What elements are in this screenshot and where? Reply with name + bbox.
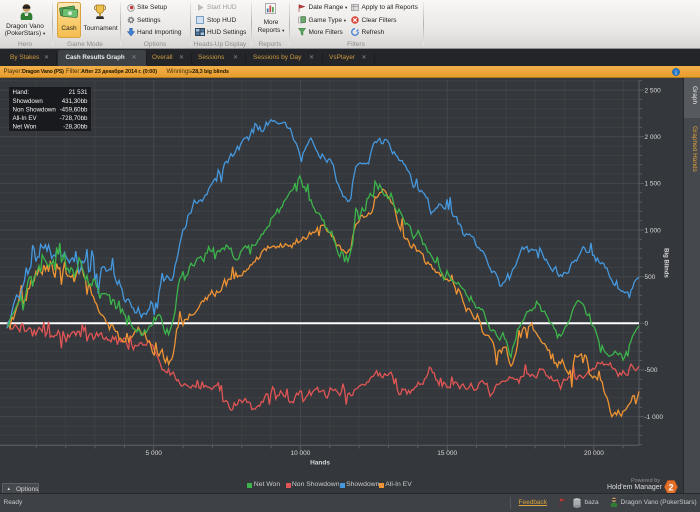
svg-text:Net Won: Net Won <box>13 124 38 131</box>
svg-text:2: 2 <box>668 482 673 492</box>
svg-text:500: 500 <box>645 274 656 281</box>
svg-text:21 531: 21 531 <box>69 89 88 96</box>
svg-text:Hands: Hands <box>310 459 330 466</box>
svg-text:All-In EV: All-In EV <box>13 115 38 122</box>
svg-text:1 500: 1 500 <box>645 181 662 188</box>
svg-text:20 000: 20 000 <box>584 450 604 457</box>
svg-text:5 000: 5 000 <box>146 450 163 457</box>
svg-text:-28,30bb: -28,30bb <box>63 124 88 131</box>
svg-text:-728,70bb: -728,70bb <box>60 115 88 122</box>
svg-text:Hand:: Hand: <box>13 89 30 96</box>
svg-text:-500: -500 <box>645 367 658 374</box>
svg-text:Big Blinds: Big Blinds <box>663 248 669 278</box>
svg-text:10 000: 10 000 <box>290 450 310 457</box>
svg-text:i: i <box>675 69 677 76</box>
svg-text:1 000: 1 000 <box>645 227 662 234</box>
svg-text:-459,60bb: -459,60bb <box>60 106 88 113</box>
svg-text:2 000: 2 000 <box>645 134 662 141</box>
svg-text:-1 000: -1 000 <box>645 414 664 421</box>
svg-text:2 500: 2 500 <box>645 87 662 94</box>
svg-text:15 000: 15 000 <box>437 450 457 457</box>
svg-text:Showdown: Showdown <box>13 98 44 105</box>
svg-text:0: 0 <box>645 321 649 328</box>
svg-text:431,30bb: 431,30bb <box>62 98 88 105</box>
svg-text:Non Showdown: Non Showdown <box>13 106 57 113</box>
